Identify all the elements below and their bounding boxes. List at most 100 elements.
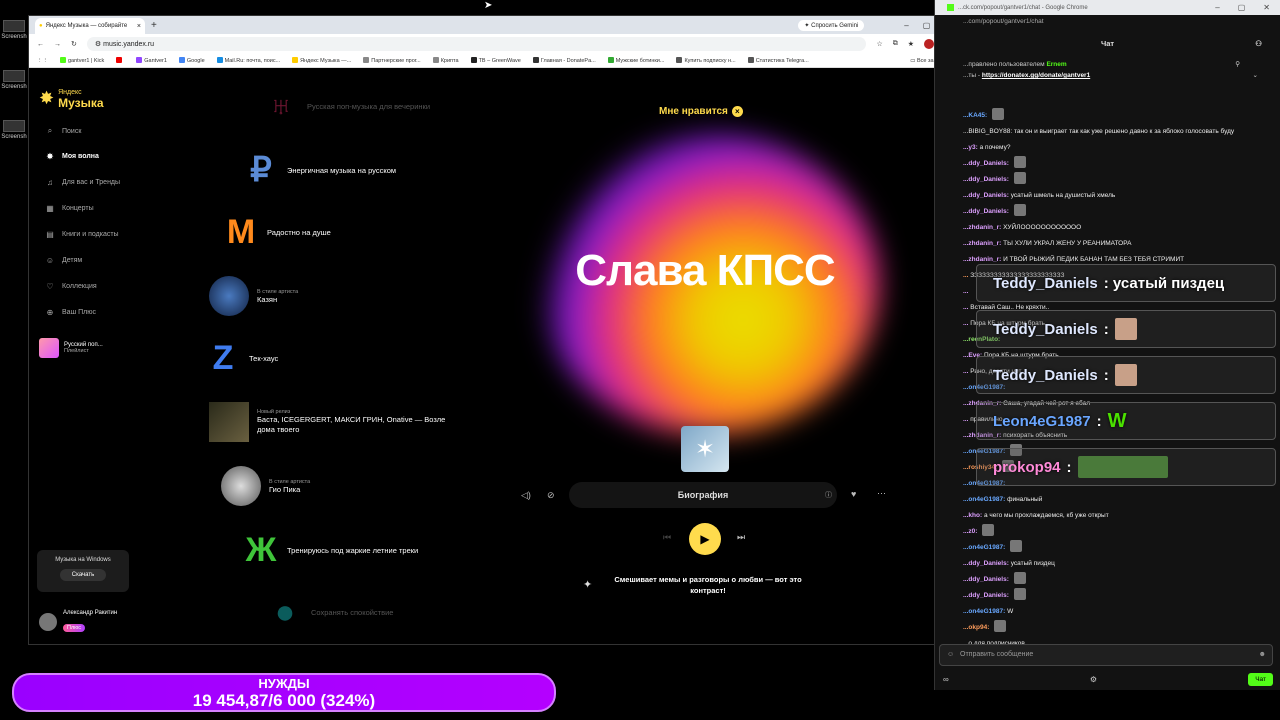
bookmark-item[interactable]: Mail.Ru: почта, поис...: [216, 57, 280, 64]
extensions-icon[interactable]: ⧉: [893, 40, 898, 48]
bookmark-item[interactable]: [116, 57, 124, 64]
gemini-button[interactable]: ✦ Спросить Gemini: [798, 19, 865, 31]
wave-item[interactable]: M Радостно на душе: [223, 214, 331, 250]
wave-item[interactable]: Ж Тренируюсь под жаркие летние треки: [243, 532, 419, 568]
volume-icon[interactable]: ◁): [521, 490, 531, 501]
wave-item[interactable]: Z Тек-хаус: [205, 340, 279, 376]
track-cover[interactable]: ✶: [681, 426, 729, 472]
back-icon[interactable]: ←: [37, 41, 44, 48]
bookmark-item[interactable]: Крипта: [432, 57, 459, 64]
desktop-icon[interactable]: Screensh: [0, 70, 28, 90]
nav-kids[interactable]: ☺ Детям: [45, 256, 82, 265]
close-icon[interactable]: ×: [731, 106, 743, 117]
chat-username[interactable]: ...: [963, 272, 968, 279]
app-logo[interactable]: ✸ Яндекс Музыка: [39, 88, 104, 109]
users-icon[interactable]: ⚇: [1255, 29, 1262, 59]
site-info-icon[interactable]: ⚙: [95, 40, 101, 48]
chat-username[interactable]: ...ddy_Daniels:: [963, 560, 1009, 567]
chat-username[interactable]: ...on4eG1987:: [963, 608, 1005, 615]
bookmark-item[interactable]: Купить подписку н...: [676, 57, 736, 64]
chat-username[interactable]: ...kho:: [963, 512, 982, 519]
wave-item[interactable]: В стиле артиста Гио Пика: [221, 466, 310, 506]
like-filter-chip[interactable]: Мне нравится ×: [659, 106, 743, 117]
chat-footer-icon[interactable]: ∞: [943, 675, 949, 684]
bookmark-item[interactable]: Gantver1: [136, 57, 167, 64]
chat-input[interactable]: ☺ Отправить сообщение ☻: [939, 644, 1273, 666]
chat-username[interactable]: ...: [963, 368, 968, 375]
wave-item[interactable]: ● Сохранять спокойствие: [267, 594, 394, 630]
bookmark-item[interactable]: Google: [178, 57, 205, 64]
sidebar-playlist[interactable]: Русский поп... Плейлист: [39, 338, 103, 358]
chat-username[interactable]: ...zhdanin_r:: [963, 224, 1001, 231]
emote-picker-icon[interactable]: ☻: [1259, 645, 1266, 665]
chat-username[interactable]: ...ddy_Daniels:: [963, 576, 1009, 583]
minimize-icon[interactable]: –: [1215, 3, 1219, 12]
nav-concerts[interactable]: ▦ Концерты: [45, 204, 93, 213]
previous-icon[interactable]: ⏮: [663, 532, 671, 543]
chat-username[interactable]: ...ddy_Daniels:: [963, 160, 1009, 167]
chat-username[interactable]: ...у3:: [963, 144, 978, 151]
pin-icon[interactable]: ⚲: [1235, 59, 1240, 70]
chat-username[interactable]: ...ddy_Daniels:: [963, 592, 1009, 599]
send-chat-button[interactable]: Чат: [1248, 672, 1273, 686]
artist-name[interactable]: Слава КПСС: [499, 246, 911, 296]
gear-icon[interactable]: ⚙: [1090, 675, 1097, 684]
bookmark-item[interactable]: Партнерские прог...: [363, 57, 421, 64]
info-icon[interactable]: ⓘ: [825, 490, 832, 500]
dislike-icon[interactable]: ⊘: [547, 490, 555, 501]
bookmark-item[interactable]: TB – GreenWave: [470, 57, 521, 64]
nav-my-wave[interactable]: ✸ Моя волна: [45, 152, 99, 161]
biography-button[interactable]: Биография: [569, 482, 837, 508]
nav-for-you[interactable]: ♫ Для вас и Тренды: [45, 178, 120, 187]
desktop-icon[interactable]: Screensh: [0, 20, 28, 40]
next-icon[interactable]: ⏭: [737, 532, 745, 543]
nav-books[interactable]: ▤ Книги и подкасты: [45, 230, 118, 239]
bookmark-item[interactable]: Статистика Telegra...: [747, 57, 809, 64]
bookmark-item[interactable]: Мужские ботинки...: [607, 57, 664, 64]
wave-item[interactable]: Новый релиз Баста, ICEGERGERT, МАКСИ ГРИН…: [209, 402, 457, 442]
more-icon[interactable]: ⋯: [877, 488, 886, 499]
browser-tab[interactable]: ● Яндекс Музыка — собирайте ×: [35, 18, 145, 34]
bookmark-item[interactable]: Яндекс Музыка —...: [292, 57, 351, 64]
wave-item[interactable]: В стиле артиста Казян: [209, 276, 298, 316]
maximize-icon[interactable]: ▢: [1238, 3, 1246, 12]
minimize-icon[interactable]: –: [904, 21, 908, 30]
chat-username[interactable]: ...on4eG1987:: [963, 496, 1005, 503]
new-tab-button[interactable]: +: [151, 20, 157, 31]
url-input[interactable]: ⚙ music.yandex.ru: [86, 37, 867, 51]
profile-avatar[interactable]: [924, 39, 934, 49]
chat-username[interactable]: ...ddy_Daniels:: [963, 208, 1009, 215]
close-window-icon[interactable]: ✕: [1263, 3, 1270, 12]
download-button[interactable]: Скачать: [60, 569, 106, 581]
chat-address[interactable]: ...com/popout/gantver1/chat: [935, 15, 1280, 29]
chat-username[interactable]: ...zhdanin_r:: [963, 240, 1001, 247]
reload-icon[interactable]: ↻: [71, 40, 77, 48]
bookmark-star-icon[interactable]: ☆: [876, 40, 882, 48]
emoji-icon[interactable]: ☺: [947, 645, 954, 665]
bookmarks-icon[interactable]: ★: [908, 40, 914, 48]
wave-item[interactable]: ♅ Русская поп-музыка для вечеринки: [263, 88, 430, 124]
wave-item[interactable]: ₽ Энергичная музыка на русском: [243, 152, 396, 188]
chat-username[interactable]: ...zhdanin_r:: [963, 256, 1001, 263]
nav-search[interactable]: ⌕ Поиск: [45, 126, 82, 136]
bookmark-item[interactable]: Главная - DonatePa...: [532, 57, 596, 64]
chat-username[interactable]: ...z0:: [963, 528, 977, 535]
chat-username[interactable]: ...ddy_Daniels:: [963, 176, 1009, 183]
donate-link[interactable]: https://donatex.gg/donate/gantver1: [982, 72, 1090, 79]
nav-collection[interactable]: ♡ Коллекция: [45, 282, 96, 291]
close-tab-icon[interactable]: ×: [137, 23, 141, 30]
forward-icon[interactable]: →: [54, 41, 61, 48]
play-button[interactable]: ▶: [689, 523, 721, 555]
nav-plus[interactable]: ⊕ Ваш Плюс: [45, 308, 96, 317]
chat-username[interactable]: ...okp94:: [963, 624, 989, 631]
chat-username[interactable]: ...: [963, 288, 968, 295]
chat-username[interactable]: ...ddy_Daniels:: [963, 192, 1009, 199]
chat-username[interactable]: ...: [963, 304, 968, 311]
chat-username[interactable]: ...: [963, 320, 968, 327]
bookmark-item[interactable]: gantver1 | Kick: [60, 57, 104, 64]
chevron-down-icon[interactable]: ⌄: [1253, 70, 1258, 81]
desktop-icon[interactable]: Screensh: [0, 120, 28, 140]
chat-username[interactable]: ...on4eG1987:: [963, 544, 1005, 551]
chat-username[interactable]: ...: [963, 416, 968, 423]
apps-icon[interactable]: ⋮⋮: [37, 58, 48, 64]
